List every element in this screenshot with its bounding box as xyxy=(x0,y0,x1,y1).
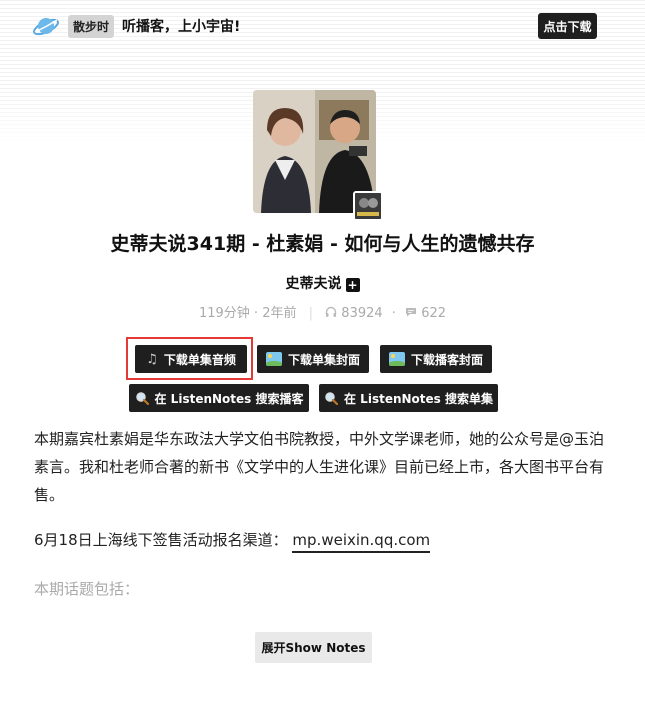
signup-line: 6月18日上海线下签售活动报名渠道： mp.weixin.qq.com xyxy=(34,529,431,553)
picture-icon xyxy=(388,352,405,366)
search-episode-label: 在 ListenNotes 搜索单集 xyxy=(344,391,493,406)
comment-count: 622 xyxy=(421,306,447,321)
search-podcast-button[interactable]: 在 ListenNotes 搜索播客 xyxy=(129,384,309,412)
podcast-name[interactable]: 史蒂夫说 + xyxy=(0,273,645,293)
download-podcast-cover-label: 下载播客封面 xyxy=(410,352,483,367)
download-episode-cover-button[interactable]: 下载单集封面 xyxy=(257,345,369,373)
notes-fade xyxy=(34,605,612,635)
download-audio-label: 下载单集音频 xyxy=(163,352,236,367)
dot-separator: · xyxy=(253,306,259,321)
download-audio-button[interactable]: ♫ 下载单集音频 xyxy=(135,345,247,373)
signup-prefix: 6月18日上海线下签售活动报名渠道： xyxy=(34,531,288,549)
download-podcast-cover-button[interactable]: 下载播客封面 xyxy=(380,345,492,373)
planet-logo-icon[interactable] xyxy=(32,12,60,40)
music-note-icon: ♫ xyxy=(146,351,158,367)
podcast-thumbnail xyxy=(353,191,383,221)
published-time: 2年前 xyxy=(262,306,297,321)
subscribe-plus-icon[interactable]: + xyxy=(345,278,360,292)
episode-description: 本期嘉宾杜素娟是华东政法大学文伯书院教授，中外文学课老师，她的公众号是@玉泊素言… xyxy=(34,430,605,504)
search-podcast-label: 在 ListenNotes 搜索播客 xyxy=(154,391,304,406)
headphones-icon xyxy=(325,306,337,317)
slogan: 听播客，上小宇宙! xyxy=(122,19,241,35)
signup-link[interactable]: mp.weixin.qq.com xyxy=(292,531,431,553)
top-bar: 散步时 听播客，上小宇宙! xyxy=(32,12,240,40)
download-app-button[interactable]: 点击下载 xyxy=(538,13,597,39)
episode-title: 史蒂夫说341期 - 杜素娟 - 如何与人生的遗憾共存 xyxy=(110,233,535,255)
walk-badge: 散步时 xyxy=(68,14,115,38)
play-count: 83924 xyxy=(341,306,383,321)
divider: | xyxy=(308,306,314,321)
expand-show-notes-button[interactable]: 展开Show Notes xyxy=(255,632,372,663)
duration: 119分钟 xyxy=(198,306,250,321)
magnifier-icon xyxy=(325,392,338,405)
download-episode-cover-label: 下载单集封面 xyxy=(287,352,360,367)
picture-icon xyxy=(265,352,282,366)
podcast-name-label[interactable]: 史蒂夫说 xyxy=(286,276,342,292)
comment-icon xyxy=(406,308,417,317)
episode-meta: 119分钟 · 2年前 | 83924 · 622 xyxy=(0,302,645,321)
dot-separator-2: · xyxy=(391,306,396,321)
search-episode-button[interactable]: 在 ListenNotes 搜索单集 xyxy=(319,384,498,412)
magnifier-icon xyxy=(135,392,149,405)
topics-label: 本期话题包括： xyxy=(34,580,140,598)
